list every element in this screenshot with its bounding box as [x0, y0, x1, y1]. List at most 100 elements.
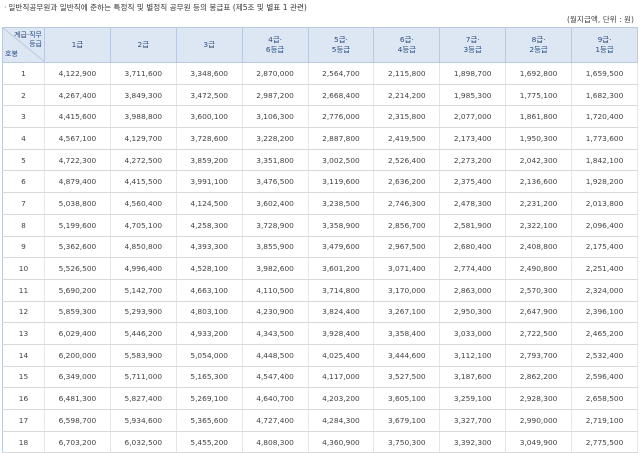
salary-cell: 3,600,100 [175, 105, 243, 129]
salary-cell: 4,933,200 [175, 322, 243, 345]
grade-header-line: 8급· [531, 35, 546, 44]
table-row: 15 6,349,000 5,711,000 5,165,300 4,547,400 4,… [2, 366, 638, 389]
salary-cell: 5,362,600 [44, 236, 111, 259]
salary-cell: 1,692,800 [505, 62, 572, 85]
salary-cell: 4,850,800 [109, 236, 177, 259]
page-title: · 일반직공무원과 일반직에 준하는 특정직 및 별정직 공무원 등의 봉급표 (… [4, 2, 307, 13]
salary-cell: 4,803,100 [175, 301, 243, 324]
salary-cell: 1,720,400 [571, 105, 638, 129]
salary-cell: 5,269,100 [175, 387, 243, 410]
step-cell: 3 [2, 105, 45, 129]
salary-cell: 2,581,900 [439, 214, 506, 237]
salary-cell: 6,029,400 [44, 322, 111, 345]
salary-cell: 1,950,300 [505, 127, 572, 150]
salary-cell: 1,898,700 [439, 62, 506, 85]
salary-cell: 2,596,400 [571, 366, 638, 389]
salary-cell: 2,408,800 [505, 236, 572, 259]
salary-cell: 2,251,400 [571, 257, 638, 280]
salary-cell: 5,711,000 [109, 366, 177, 389]
salary-cell: 3,187,600 [439, 366, 506, 389]
salary-cell: 3,119,600 [307, 170, 374, 194]
salary-cell: 5,526,500 [44, 257, 111, 280]
salary-cell: 2,526,400 [373, 149, 440, 172]
salary-cell: 2,887,800 [307, 127, 374, 150]
salary-cell: 2,175,400 [571, 236, 638, 259]
salary-cell: 1,842,100 [571, 149, 638, 172]
step-cell: 1 [2, 62, 45, 85]
grade-header: 3급 [175, 27, 243, 63]
salary-cell: 3,849,300 [109, 84, 177, 107]
salary-cell: 2,967,500 [373, 236, 440, 259]
table-row: 5 4,722,300 4,272,500 3,859,200 3,351,800 3,0… [2, 149, 638, 172]
salary-cell: 3,714,800 [307, 279, 374, 302]
salary-cell: 6,598,700 [44, 409, 111, 432]
salary-cell: 3,071,400 [373, 257, 440, 280]
step-cell: 9 [2, 236, 45, 259]
grade-header: 6급· 4등급 [373, 27, 441, 63]
salary-cell: 4,663,100 [175, 279, 243, 302]
salary-cell: 3,824,400 [307, 301, 374, 324]
salary-cell: 4,528,100 [175, 257, 243, 280]
salary-cell: 2,658,500 [571, 387, 638, 410]
corner-header: 계급·직무 등급 호봉 [2, 27, 45, 63]
table-row: 18 6,703,200 6,032,500 5,455,200 4,808,300 4,… [2, 431, 638, 453]
salary-cell: 4,124,500 [175, 192, 243, 215]
salary-cell: 3,476,500 [241, 170, 308, 194]
salary-cell: 2,564,700 [307, 62, 374, 85]
salary-cell: 2,096,400 [571, 214, 638, 237]
table-row: 17 6,598,700 5,934,600 5,365,600 4,727,400 4,… [2, 409, 638, 432]
table-row: 3 4,415,600 3,988,800 3,600,100 3,106,300 2,7… [2, 105, 638, 129]
salary-cell: 2,042,300 [505, 149, 572, 172]
salary-cell: 4,267,400 [44, 84, 111, 107]
pay-table-header: 계급·직무 등급 호봉 1급 2급 3급 4급· 6등급 5급· 5등급 6급· 4등급 7급· 3… [2, 27, 638, 63]
salary-cell: 2,990,000 [505, 409, 572, 432]
pay-table-body: 1 4,122,900 3,711,600 3,348,600 2,870,000 2,5… [2, 62, 638, 453]
grade-header: 4급· 6등급 [241, 27, 309, 63]
grade-header-line: 4등급 [397, 45, 416, 54]
salary-cell: 3,033,000 [439, 322, 506, 345]
grade-header-line: 6등급 [265, 45, 285, 54]
salary-cell: 3,228,200 [241, 127, 308, 150]
salary-cell: 1,659,500 [571, 62, 638, 85]
salary-cell: 3,928,400 [307, 322, 374, 345]
salary-cell: 2,375,400 [439, 170, 506, 194]
salary-cell: 5,365,600 [175, 409, 243, 432]
table-row: 6 4,879,400 4,415,500 3,991,100 3,476,500 3,1… [2, 170, 638, 194]
step-cell: 6 [2, 170, 45, 194]
grade-header-line: 2등급 [529, 45, 548, 54]
step-cell: 18 [2, 431, 45, 453]
salary-cell: 2,722,500 [505, 322, 572, 345]
grade-header: 5급· 5등급 [307, 27, 375, 63]
salary-cell: 3,982,600 [241, 257, 308, 280]
salary-cell: 5,827,400 [109, 387, 177, 410]
salary-cell: 4,230,900 [241, 301, 308, 324]
salary-cell: 2,928,300 [505, 387, 572, 410]
grade-header-line: 4급· [268, 35, 282, 44]
salary-cell: 3,605,100 [373, 387, 440, 410]
salary-cell: 6,703,200 [44, 431, 111, 453]
salary-cell: 2,231,200 [505, 192, 572, 215]
step-cell: 11 [2, 279, 45, 302]
salary-cell: 3,750,300 [373, 431, 440, 453]
step-cell: 14 [2, 344, 45, 367]
step-cell: 4 [2, 127, 45, 150]
salary-cell: 4,996,400 [109, 257, 177, 280]
step-cell: 17 [2, 409, 45, 432]
table-row: 1 4,122,900 3,711,600 3,348,600 2,870,000 2,5… [2, 62, 638, 85]
salary-cell: 5,165,300 [175, 366, 243, 389]
grade-header-line: 9급· [597, 35, 612, 44]
salary-cell: 5,054,000 [175, 344, 243, 367]
salary-cell: 4,122,900 [44, 62, 111, 85]
salary-cell: 2,719,100 [571, 409, 638, 432]
salary-cell: 3,112,100 [439, 344, 506, 367]
page-title-text: 일반직공무원과 일반직에 준하는 특정직 및 별정직 공무원 등의 봉급표 (제… [8, 3, 307, 12]
table-row: 14 6,200,000 5,583,900 5,054,000 4,448,500 4,… [2, 344, 638, 367]
salary-cell: 2,013,800 [571, 192, 638, 215]
step-cell: 13 [2, 322, 45, 345]
salary-cell: 2,273,200 [439, 149, 506, 172]
salary-cell: 3,472,500 [175, 84, 243, 107]
salary-cell: 3,358,900 [307, 214, 374, 237]
salary-cell: 2,668,400 [307, 84, 374, 107]
salary-cell: 4,415,500 [109, 170, 177, 194]
salary-cell: 4,705,100 [109, 214, 177, 237]
